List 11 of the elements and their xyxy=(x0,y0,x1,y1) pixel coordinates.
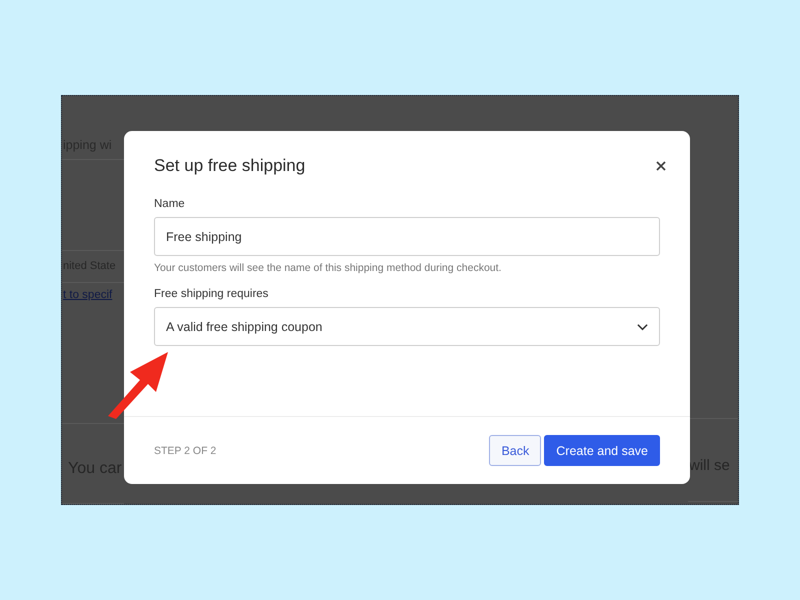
close-button[interactable] xyxy=(654,159,668,173)
dropdown[interactable]: A valid free shipping coupon xyxy=(154,307,660,346)
step-indicator: STEP 2 OF 2 xyxy=(154,444,216,456)
input-field[interactable]: Free shipping xyxy=(154,217,660,256)
save-button[interactable]: Create and save xyxy=(544,435,660,466)
field-label: Free shipping requires xyxy=(154,288,270,300)
back-button[interactable]: Back xyxy=(489,435,542,466)
dialog-title: Set up free shipping xyxy=(154,156,306,176)
chevron-down-icon xyxy=(637,322,648,330)
field-label: Name xyxy=(154,198,186,210)
help-text: Your customers will see the name of this shipping method during checkout. xyxy=(154,262,502,274)
